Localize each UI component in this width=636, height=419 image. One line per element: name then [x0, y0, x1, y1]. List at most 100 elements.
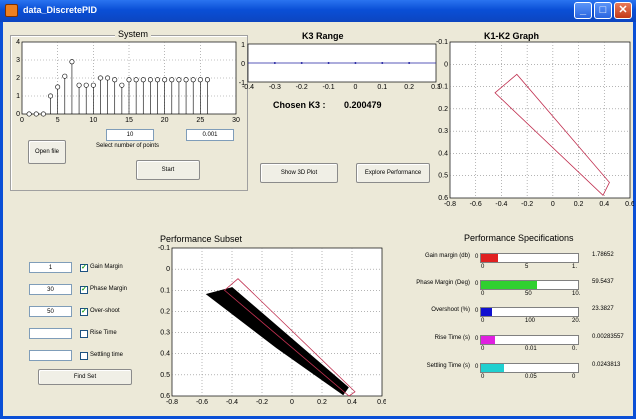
performance-subset-plot: -0.8 -0.6 -0.4 -0.2 0 0.2 0.4 0.6 0.6 0.5 0.4 0.3 0.… [158, 245, 386, 406]
minimize-icon[interactable]: _ [574, 2, 592, 19]
subset-y-tick: -0.1 [158, 245, 170, 252]
k1k2-x-tick: -0.8 [444, 201, 456, 208]
spec-label: Overshoot (%) [431, 307, 470, 313]
spec-tick: 100 [525, 318, 536, 324]
criterion-checkbox[interactable]: ✓ [80, 264, 88, 272]
stem-marker [126, 77, 132, 83]
k1k2-y-tick: 0.2 [438, 106, 448, 113]
stem-marker [33, 111, 39, 117]
subset-y-tick: 0.5 [160, 372, 170, 379]
spec-label: Phase Margin (Deg) [416, 280, 470, 286]
k1k2-x-tick: 0.6 [625, 201, 634, 208]
stem-marker [119, 82, 125, 88]
subset-y-tick: 0.3 [160, 330, 170, 337]
k3-x-tick: -0.2 [296, 84, 308, 91]
criterion-checkbox[interactable] [80, 330, 88, 338]
spec-label: Settling Time (s) [426, 363, 470, 369]
system-x-tick: 0 [20, 117, 24, 124]
stem-marker [69, 59, 75, 65]
spec-tick: 20. [572, 318, 581, 324]
start-button[interactable]: Start [136, 160, 200, 180]
system-y-tick: 0 [16, 111, 20, 118]
spec-tick: 1. [572, 264, 578, 270]
system-x-tick: 5 [56, 117, 60, 124]
spec-tick: 10. [572, 291, 581, 297]
criterion-label: Settling time [90, 352, 124, 358]
spec-tick: 0. [572, 346, 578, 352]
k3-x-tick: -0.1 [323, 84, 335, 91]
spec-tick: 50 [525, 291, 532, 297]
subset-y-tick: 0.4 [160, 351, 170, 358]
k1k2-x-tick: 0 [551, 201, 555, 208]
spec-tick: 0 [481, 318, 485, 324]
step-input[interactable]: 0.001 [186, 129, 234, 141]
stem-marker [133, 77, 139, 83]
find-set-button[interactable]: Find Set [38, 369, 132, 385]
stem-marker [40, 111, 46, 117]
system-y-tick: 2 [16, 75, 20, 82]
criterion-checkbox[interactable]: ✓ [80, 308, 88, 316]
specs-title: Performance Specifications [464, 233, 574, 243]
system-x-tick: 10 [89, 117, 97, 124]
k3-x-tick: -0.3 [269, 84, 281, 91]
spec-bar-track [480, 280, 579, 290]
criterion-input[interactable] [29, 350, 72, 361]
spec-bar-fill [481, 281, 538, 289]
k1k2-y-tick: 0 [444, 61, 448, 68]
spec-value: 59.5437 [592, 279, 614, 285]
spec-axis-zero: 0 [475, 254, 479, 260]
spec-axis-zero: 0 [475, 308, 479, 314]
spec-axis-zero: 0 [475, 336, 479, 342]
subset-x-tick: -0.6 [196, 399, 208, 406]
system-y-tick: 3 [16, 57, 20, 64]
criterion-input[interactable]: 50 [29, 306, 72, 317]
criterion-label: Phase Margin [90, 286, 128, 292]
system-y-tick: 1 [16, 93, 20, 100]
k3-x-tick: 0.1 [377, 84, 387, 91]
points-input[interactable]: 10 [106, 129, 154, 141]
criterion-checkbox[interactable] [80, 352, 88, 360]
open-file-button[interactable]: Open file [28, 140, 66, 164]
stem-marker [176, 77, 182, 83]
stem-marker [83, 82, 89, 88]
show-3d-plot-button[interactable]: Show 3D Plot [260, 163, 338, 183]
spec-bar-fill [481, 308, 492, 316]
spec-tick: 0 [481, 264, 485, 270]
system-x-tick: 15 [125, 117, 133, 124]
spec-bar-fill [481, 254, 499, 262]
close-icon[interactable]: ✕ [614, 2, 632, 19]
chosen-k3-label: Chosen K3 : [273, 100, 326, 110]
criterion-input[interactable] [29, 328, 72, 339]
k1k2-y-tick: 0.4 [438, 150, 448, 157]
criterion-label: Gain Margin [90, 264, 123, 270]
spec-bar-track [480, 335, 579, 345]
k1k2-x-tick: 0.2 [574, 201, 584, 208]
k1k2-x-tick: -0.4 [495, 201, 507, 208]
subset-x-tick: -0.8 [166, 399, 178, 406]
k1k2-y-tick: 0.6 [438, 195, 448, 202]
k1k2-y-tick: 0.1 [438, 84, 448, 91]
system-x-tick: 25 [196, 117, 204, 124]
k1k2-x-tick: -0.6 [470, 201, 482, 208]
spec-tick: 0.01 [525, 346, 537, 352]
spec-label: Rise Time (s) [434, 335, 470, 341]
criterion-input[interactable]: 1 [29, 262, 72, 273]
stem-marker [140, 77, 146, 83]
spec-bar-fill [481, 336, 495, 344]
k1k2-y-tick: 0.3 [438, 128, 448, 135]
stem-marker [183, 77, 189, 83]
system-x-tick: 30 [232, 117, 240, 124]
criterion-input[interactable]: 30 [29, 284, 72, 295]
spec-axis-zero: 0 [475, 364, 479, 370]
spec-tick: 0 [481, 374, 485, 380]
explore-performance-button[interactable]: Explore Performance [356, 163, 430, 183]
stem-marker [48, 93, 54, 99]
plot-area [171, 247, 383, 397]
criterion-checkbox[interactable]: ✓ [80, 286, 88, 294]
spec-value: 0.00283557 [592, 334, 624, 340]
system-stem-plot: 0 5 10 15 20 25 30 0 1 2 3 4 [16, 39, 240, 124]
k1k2-y-tick: 0.5 [438, 173, 448, 180]
k3-x-tick: 0.2 [404, 84, 414, 91]
criterion-label: Rise Time [90, 330, 117, 336]
maximize-icon[interactable]: □ [594, 2, 612, 19]
